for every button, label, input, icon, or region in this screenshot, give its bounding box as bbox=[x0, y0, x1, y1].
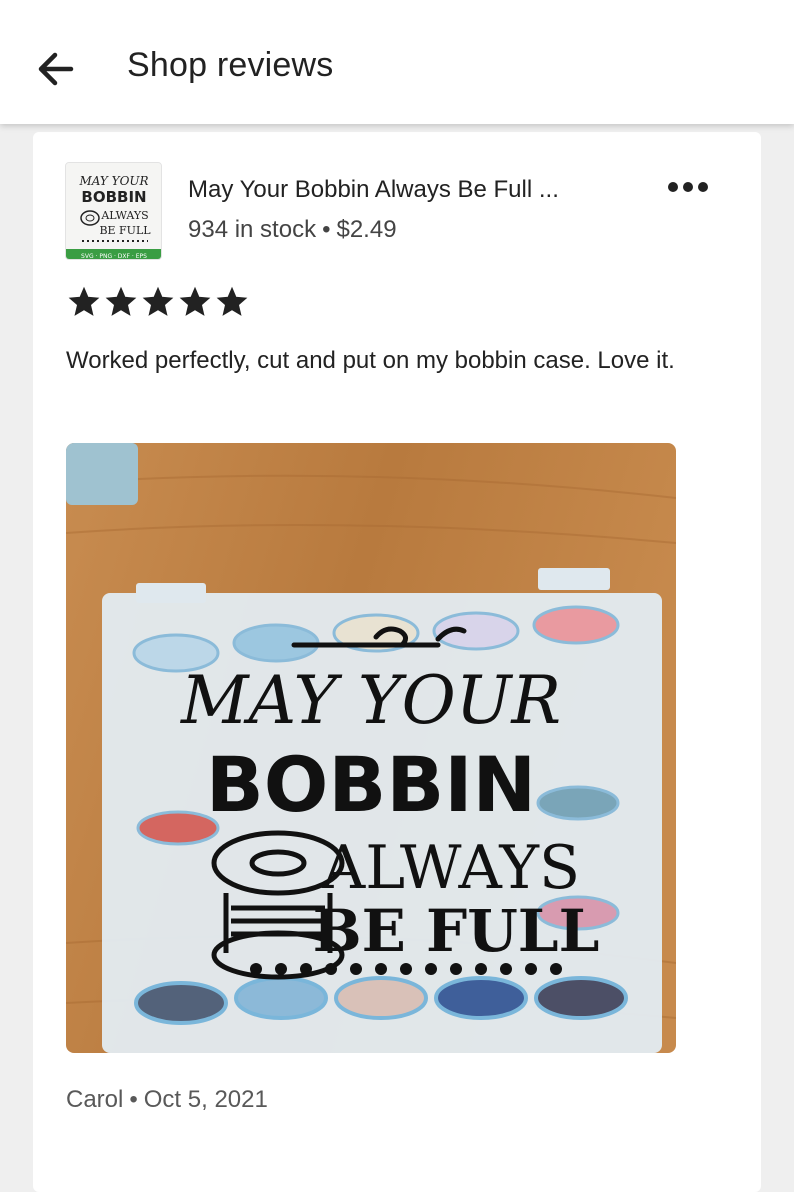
star-icon bbox=[216, 286, 248, 316]
listing-thumbnail[interactable]: MAY YOUR BOBBIN ALWAYS BE FULL SVG · PNG… bbox=[65, 162, 162, 260]
star-rating bbox=[67, 286, 249, 318]
listing-thumbnail-art: MAY YOUR BOBBIN ALWAYS BE FULL SVG · PNG… bbox=[66, 163, 161, 260]
reviewer-separator: • bbox=[129, 1086, 138, 1113]
review-photo-image: MAY YOUR BOBBIN ALWAYS BE FULL bbox=[66, 443, 676, 1053]
decal-line-3: ALWAYS bbox=[321, 833, 580, 903]
top-app-bar: Shop reviews bbox=[0, 0, 794, 124]
meta-separator: • bbox=[322, 216, 331, 243]
arrow-left-icon bbox=[38, 52, 74, 86]
review-date: Oct 5, 2021 bbox=[143, 1086, 268, 1113]
review-text: Worked perfectly, cut and put on my bobb… bbox=[66, 347, 675, 374]
thumb-footer: SVG · PNG · DXF · EPS bbox=[81, 253, 147, 260]
reviewer-name[interactable]: Carol bbox=[66, 1086, 123, 1113]
star-icon bbox=[68, 286, 100, 316]
listing-meta: 934 in stock • $2.49 bbox=[188, 216, 397, 244]
star-icon bbox=[142, 286, 174, 316]
page-title: Shop reviews bbox=[127, 46, 334, 84]
listing-title[interactable]: May Your Bobbin Always Be Full ... bbox=[188, 176, 559, 204]
thumb-line-4: BE FULL bbox=[99, 224, 151, 237]
stock-count: 934 in stock bbox=[188, 216, 317, 243]
review-card: MAY YOUR BOBBIN ALWAYS BE FULL SVG · PNG… bbox=[33, 132, 761, 1192]
star-icon bbox=[179, 286, 211, 316]
thumb-line-3: ALWAYS bbox=[100, 209, 148, 222]
review-photo[interactable]: MAY YOUR BOBBIN ALWAYS BE FULL bbox=[66, 443, 676, 1053]
more-options-button[interactable] bbox=[663, 172, 713, 202]
back-button[interactable] bbox=[30, 44, 80, 94]
decal-line-2: BOBBIN bbox=[206, 740, 536, 829]
more-horizontal-icon bbox=[668, 182, 708, 192]
decal-line-4: BE FULL bbox=[313, 897, 600, 965]
reviewer-line: Carol • Oct 5, 2021 bbox=[66, 1086, 268, 1114]
decal-line-1: MAY YOUR bbox=[180, 662, 561, 739]
thumb-line-2: BOBBIN bbox=[81, 188, 146, 206]
thumb-line-1: MAY YOUR bbox=[78, 174, 148, 188]
star-icon bbox=[105, 286, 137, 316]
listing-price: $2.49 bbox=[336, 216, 397, 243]
